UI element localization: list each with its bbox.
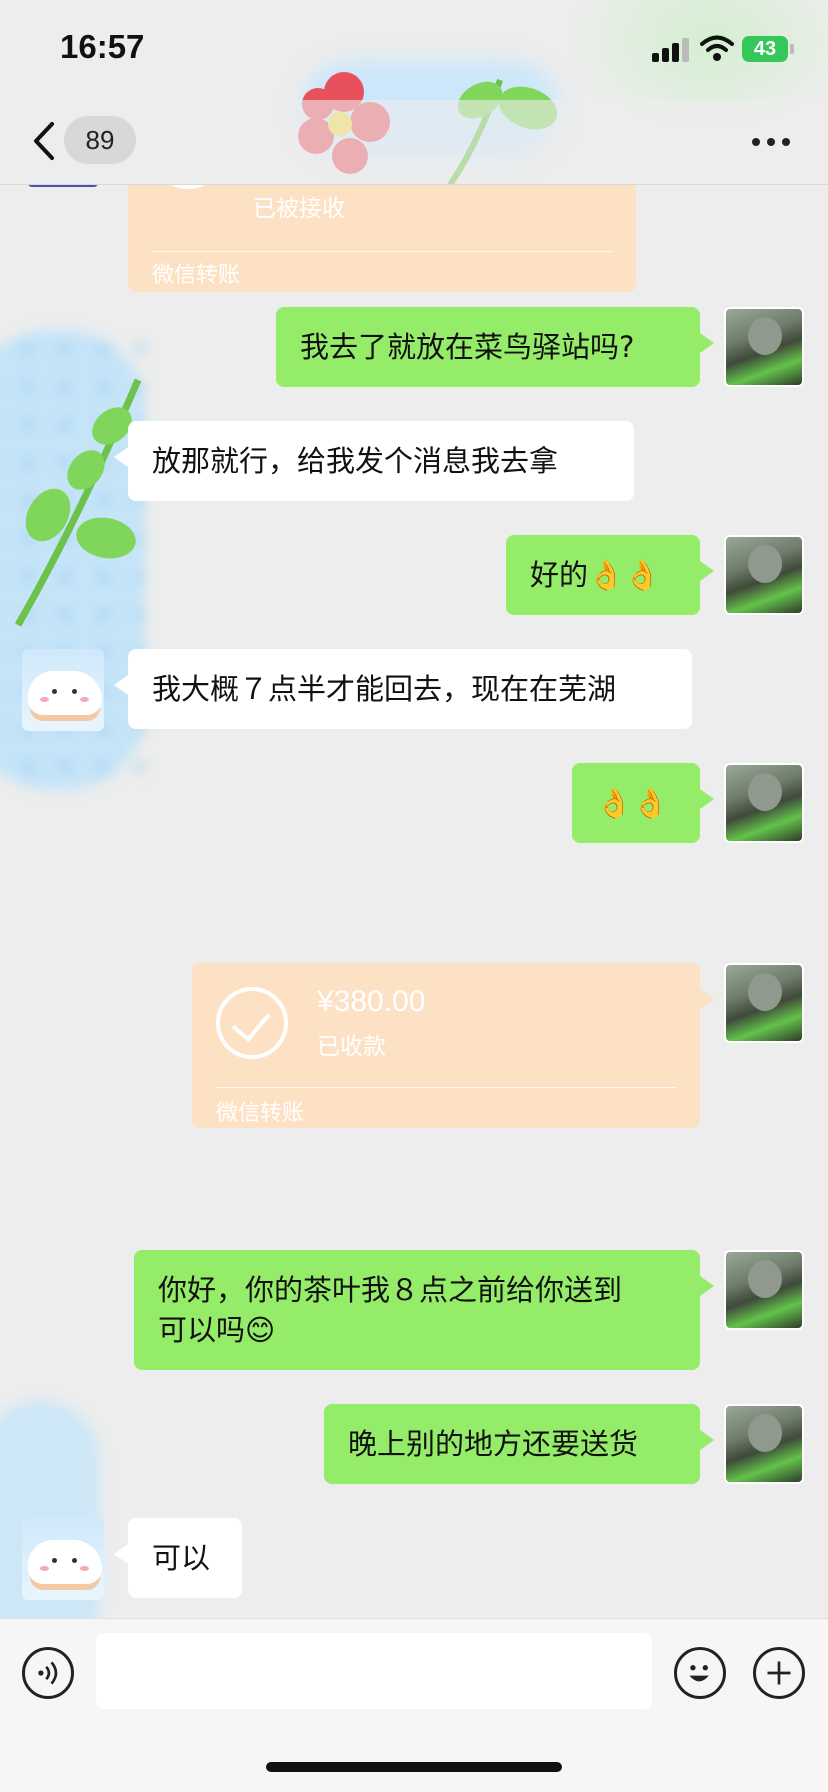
message-line: 可以吗😊 [158, 1313, 276, 1347]
divider [216, 1087, 676, 1088]
transfer-footer: 微信转账 [216, 1101, 305, 1126]
clock: 16:57 [60, 28, 145, 65]
transfer-amount: ¥380.00 [317, 985, 426, 1018]
divider [152, 251, 612, 252]
message-bubble[interactable]: 晚上别的地方还要送货 [324, 1404, 714, 1484]
avatar[interactable] [724, 535, 804, 615]
check-circle-icon [216, 987, 288, 1059]
message-bubble[interactable]: 可以 [114, 1518, 242, 1598]
unread-count-badge[interactable]: 89 [64, 116, 136, 164]
transfer-card[interactable]: 已被接收 微信转账 [128, 185, 636, 292]
transfer-status: 已被接收 [253, 196, 345, 222]
avatar[interactable] [22, 1518, 104, 1600]
wifi-icon [700, 35, 734, 61]
transfer-footer: 微信转账 [152, 263, 241, 288]
more-options-icon[interactable] [752, 138, 792, 150]
message-bubble[interactable]: 放那就行，给我发个消息我去拿 [114, 421, 634, 501]
chat-screen: 16:57 43 89 已被接收 微信转账 我去了就放在菜鸟驿站吗? 放那就行，… [0, 0, 828, 1792]
emoji-icon[interactable] [674, 1647, 726, 1699]
check-circle-icon [152, 185, 224, 189]
avatar[interactable] [724, 307, 804, 387]
message-bubble[interactable]: 你好，你的茶叶我８点之前给你送到 可以吗😊 [134, 1250, 714, 1370]
message-bubble[interactable]: 好的👌👌 [506, 535, 714, 615]
message-line: 你好，你的茶叶我８点之前给你送到 [158, 1273, 623, 1307]
cellular-signal-icon [652, 38, 692, 62]
avatar[interactable] [724, 763, 804, 843]
battery-tip [790, 44, 794, 54]
message-list: 已被接收 微信转账 我去了就放在菜鸟驿站吗? 放那就行，给我发个消息我去拿 好的… [0, 185, 828, 1618]
message-input[interactable] [96, 1633, 652, 1709]
avatar-edge [28, 185, 98, 187]
avatar[interactable] [724, 1404, 804, 1484]
back-arrow-icon[interactable] [24, 118, 64, 164]
status-bar: 16:57 43 [0, 0, 828, 100]
transfer-status: 已收款 [317, 1034, 386, 1060]
message-bubble[interactable]: 我大概７点半才能回去，现在在芜湖 [114, 649, 692, 729]
plus-icon[interactable] [753, 1647, 805, 1699]
message-bubble[interactable]: 我去了就放在菜鸟驿站吗? [276, 307, 714, 387]
battery-icon: 43 [742, 36, 788, 62]
avatar[interactable] [22, 649, 104, 731]
avatar[interactable] [724, 1250, 804, 1330]
avatar[interactable] [724, 963, 804, 1043]
transfer-card[interactable]: ¥380.00 已收款 微信转账 [192, 963, 714, 1128]
home-indicator[interactable] [266, 1762, 562, 1772]
voice-icon[interactable] [22, 1647, 74, 1699]
message-bubble[interactable]: 👌👌 [572, 763, 714, 843]
nav-bar: 89 [0, 100, 828, 185]
